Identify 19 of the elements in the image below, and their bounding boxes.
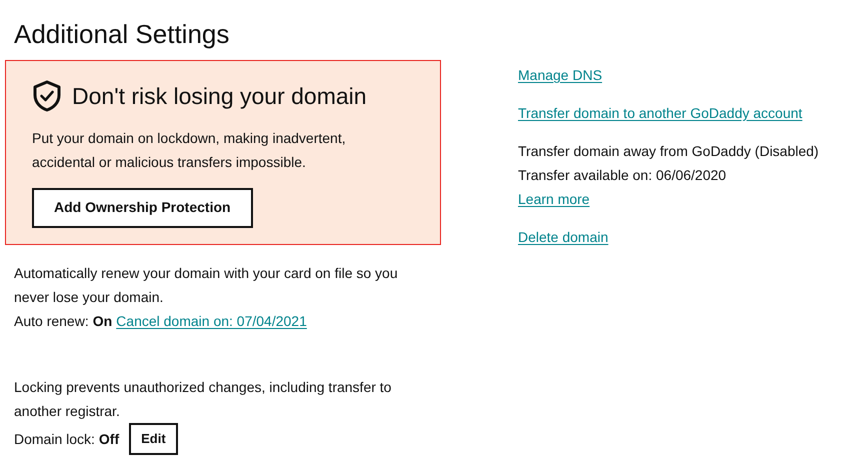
action-link[interactable]: Delete domain bbox=[518, 229, 608, 245]
transfer-status-text: Transfer domain away from GoDaddy (Disabled) bbox=[518, 142, 819, 161]
page-title: Additional Settings bbox=[13, 18, 230, 50]
transfer-status-text: Transfer available on: 06/06/2020 bbox=[518, 166, 728, 185]
auto-renew-label: Auto renew: bbox=[14, 312, 89, 330]
action-link[interactable]: Manage DNS bbox=[518, 67, 602, 83]
learn-more-link[interactable]: Learn more bbox=[518, 191, 590, 207]
edit-button[interactable]: Edit bbox=[129, 422, 178, 454]
action-link[interactable]: Transfer domain to another GoDaddy account bbox=[518, 105, 802, 121]
cancel-domain-link[interactable]: Cancel domain on: 07/04/2021 bbox=[116, 308, 307, 332]
domain-lock-description: Locking prevents unauthorized changes, including transfer to another registrar. bbox=[14, 378, 392, 421]
promo-text: Put your domain on lockdown, making inadvertent, accidental or malicious transfers impossible. bbox=[32, 128, 347, 172]
add-protection-button[interactable]: Add Ownership Protection bbox=[32, 188, 253, 228]
domain-lock-status: Off bbox=[98, 430, 120, 448]
domain-lock-label: Domain lock: bbox=[14, 430, 95, 448]
promo-heading: Don't risk losing your domain bbox=[72, 82, 367, 111]
shield-check-icon bbox=[32, 80, 62, 112]
auto-renew-description: Automatically renew your domain with your card on file so you never lose your domain. bbox=[14, 264, 399, 307]
auto-renew-status: On bbox=[92, 312, 112, 330]
